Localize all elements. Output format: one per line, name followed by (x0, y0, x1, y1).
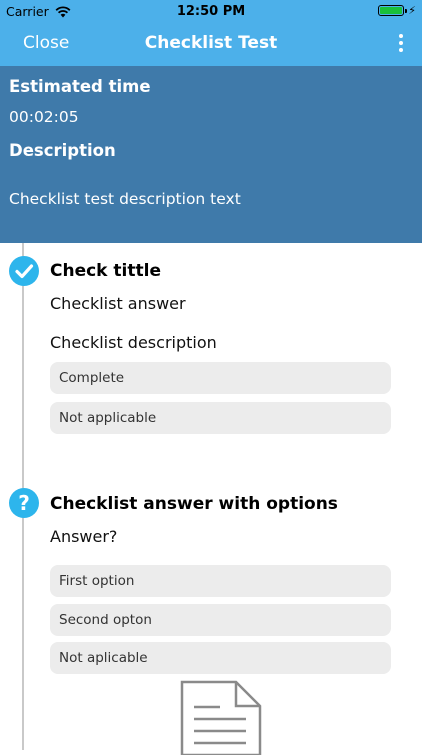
status-bar: Carrier 12:50 PM ⚡ (0, 0, 422, 22)
description-value: Checklist test description text (9, 190, 241, 208)
step-description: Checklist description (50, 333, 217, 352)
option-not-applicable[interactable]: Not aplicable (50, 642, 391, 674)
step-title: Checklist answer with options (50, 494, 338, 514)
page-title: Checklist Test (144, 33, 278, 53)
step-subtitle: Checklist answer (50, 294, 186, 313)
option-first[interactable]: First option (50, 565, 391, 597)
estimated-time-label: Estimated time (9, 77, 151, 96)
checkmark-icon (9, 256, 39, 286)
status-right: ⚡ (378, 4, 416, 17)
option-not-applicable[interactable]: Not applicable (50, 402, 391, 434)
description-label: Description (9, 141, 116, 160)
question-icon: ? (9, 488, 39, 518)
option-complete[interactable]: Complete (50, 362, 391, 394)
navigation-bar: Close Checklist Test (0, 22, 422, 66)
checklist-info-panel: Estimated time 00:02:05 Description Chec… (0, 66, 422, 243)
status-time: 12:50 PM (176, 4, 246, 19)
estimated-time-value: 00:02:05 (9, 108, 79, 126)
charging-bolt-icon: ⚡ (408, 4, 416, 17)
battery-icon (378, 5, 408, 16)
option-second[interactable]: Second opton (50, 604, 391, 636)
document-icon[interactable] (180, 680, 262, 755)
more-options-icon[interactable] (397, 32, 405, 54)
step-subtitle: Answer? (50, 527, 118, 546)
step-title: Check tittle (50, 261, 161, 281)
